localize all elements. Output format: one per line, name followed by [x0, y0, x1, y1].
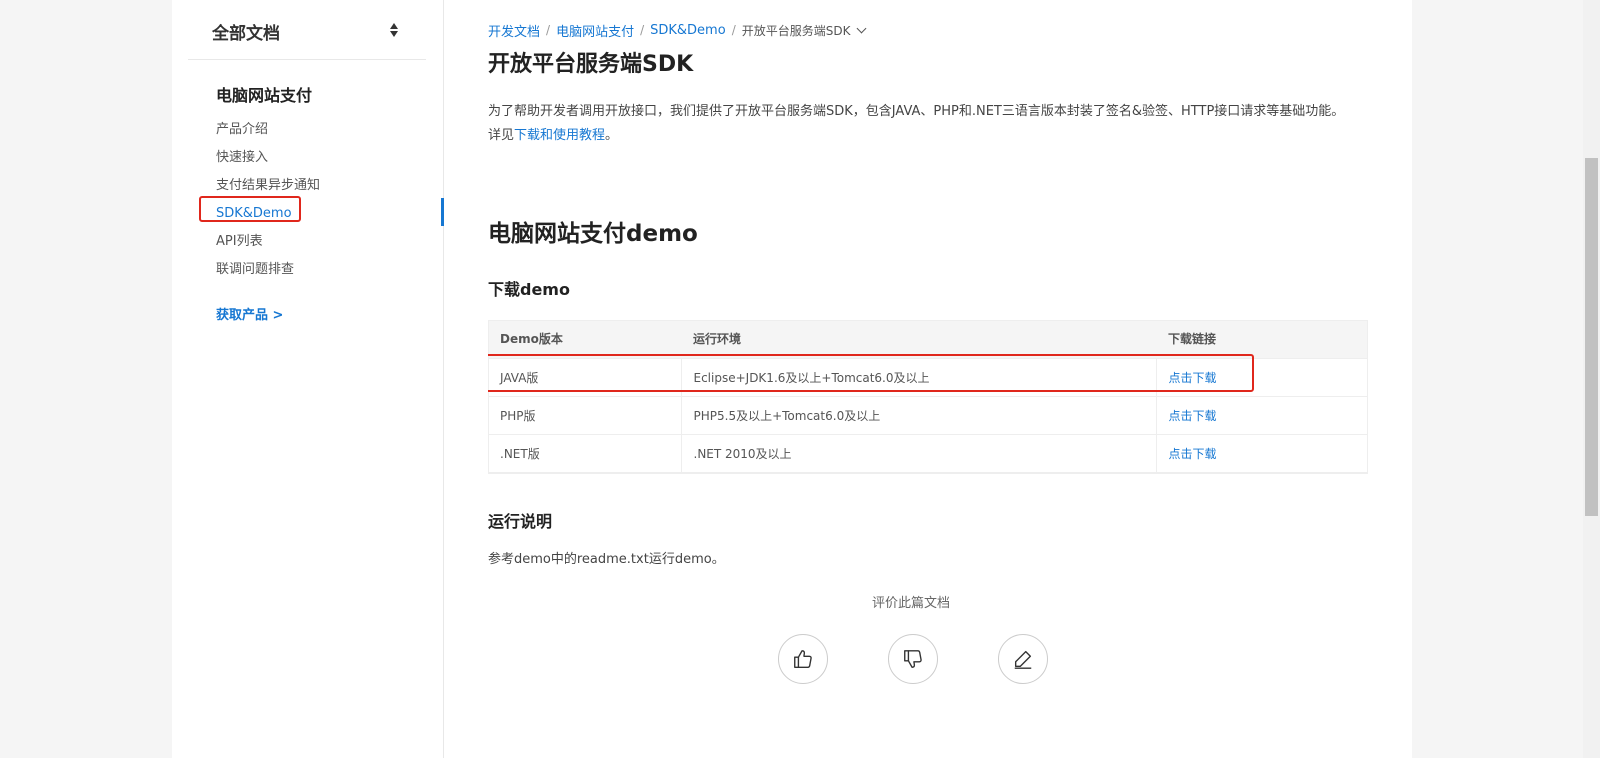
- page-container: 全部文档 电脑网站支付 产品介绍 快速接入 支付结果异步通知 SDK&Demo …: [172, 0, 1412, 758]
- sdk-detail-line: 详见下载和使用教程。: [488, 124, 1358, 148]
- download-link-php[interactable]: 点击下载: [1155, 395, 1368, 435]
- get-product-link[interactable]: 获取产品 >: [216, 304, 283, 323]
- run-instructions-title: 运行说明: [488, 512, 553, 531]
- download-link-dotnet[interactable]: 点击下载: [1155, 433, 1368, 473]
- thumbs-up-icon: [794, 650, 812, 668]
- chevron-down-icon[interactable]: [857, 23, 867, 33]
- breadcrumb-pc-payment[interactable]: 电脑网站支付: [556, 21, 634, 40]
- main-content: 开发文档 / 电脑网站支付 / SDK&Demo / 开放平台服务端SDK 开放…: [488, 0, 1368, 758]
- detail-suffix: 。: [605, 128, 619, 143]
- rate-doc-label: 评价此篇文档: [872, 596, 951, 611]
- download-demo-title: 下载demo: [488, 280, 570, 299]
- table-cell: PHP版: [488, 395, 681, 435]
- breadcrumb-sdk-demo[interactable]: SDK&Demo: [650, 23, 726, 38]
- sidebar-item-product-intro[interactable]: 产品介绍: [216, 116, 320, 144]
- table-header: 下载链接: [1156, 320, 1368, 358]
- table-cell: .NET 2010及以上: [680, 433, 1156, 473]
- table-cell: .NET版: [488, 433, 681, 473]
- breadcrumb-dev-docs[interactable]: 开发文档: [488, 21, 540, 40]
- thumbs-down-icon: [904, 650, 922, 668]
- table-header: Demo版本: [488, 320, 681, 358]
- breadcrumb: 开发文档 / 电脑网站支付 / SDK&Demo / 开放平台服务端SDK: [488, 18, 876, 42]
- detail-prefix: 详见: [488, 128, 515, 143]
- feedback-button[interactable]: [998, 634, 1048, 684]
- breadcrumb-separator: /: [640, 23, 645, 37]
- highlight-box-sdk-demo: [199, 196, 301, 222]
- breadcrumb-current[interactable]: 开放平台服务端SDK: [742, 22, 851, 39]
- sidebar: 全部文档 电脑网站支付 产品介绍 快速接入 支付结果异步通知 SDK&Demo …: [172, 0, 444, 758]
- run-instructions-text: 参考demo中的readme.txt运行demo。: [488, 552, 725, 567]
- table-header: 运行环境: [681, 320, 1156, 358]
- breadcrumb-separator: /: [546, 23, 551, 37]
- sdk-description-text: 为了帮助开发者调用开放接口，我们提供了开放平台服务端SDK，包含JAVA、PHP…: [488, 104, 1345, 119]
- demo-section-title: 电脑网站支付demo: [488, 221, 698, 247]
- demo-table: Demo版本 运行环境 下载链接 JAVA版 Eclipse+JDK1.6及以上…: [488, 320, 1368, 473]
- table-row: .NET版 .NET 2010及以上 点击下载: [488, 433, 1368, 473]
- table-cell: PHP5.5及以上+Tomcat6.0及以上: [680, 395, 1156, 435]
- sidebar-item-troubleshoot[interactable]: 联调问题排查: [216, 256, 320, 284]
- sidebar-item-quick-access[interactable]: 快速接入: [216, 144, 320, 172]
- sdk-section-title: 开放平台服务端SDK: [488, 52, 694, 77]
- sidebar-active-indicator: [441, 198, 444, 226]
- table-header-row: Demo版本 运行环境 下载链接: [488, 320, 1368, 358]
- sidebar-header[interactable]: 全部文档: [188, 0, 426, 60]
- sort-icon[interactable]: [390, 23, 398, 39]
- dislike-button[interactable]: [888, 634, 938, 684]
- scrollbar-thumb[interactable]: [1585, 158, 1598, 516]
- breadcrumb-separator: /: [731, 23, 736, 37]
- highlight-box-java-row: [488, 354, 1254, 392]
- pencil-icon: [1014, 650, 1032, 669]
- vertical-scrollbar[interactable]: [1583, 0, 1600, 758]
- sdk-description: 为了帮助开发者调用开放接口，我们提供了开放平台服务端SDK，包含JAVA、PHP…: [488, 100, 1358, 148]
- table-row: PHP版 PHP5.5及以上+Tomcat6.0及以上 点击下载: [488, 395, 1368, 435]
- sidebar-section-title[interactable]: 电脑网站支付: [216, 82, 312, 106]
- download-tutorial-link[interactable]: 下载和使用教程: [514, 128, 605, 143]
- like-button[interactable]: [778, 634, 828, 684]
- sidebar-header-title: 全部文档: [212, 24, 280, 44]
- sidebar-item-api-list[interactable]: API列表: [216, 228, 320, 256]
